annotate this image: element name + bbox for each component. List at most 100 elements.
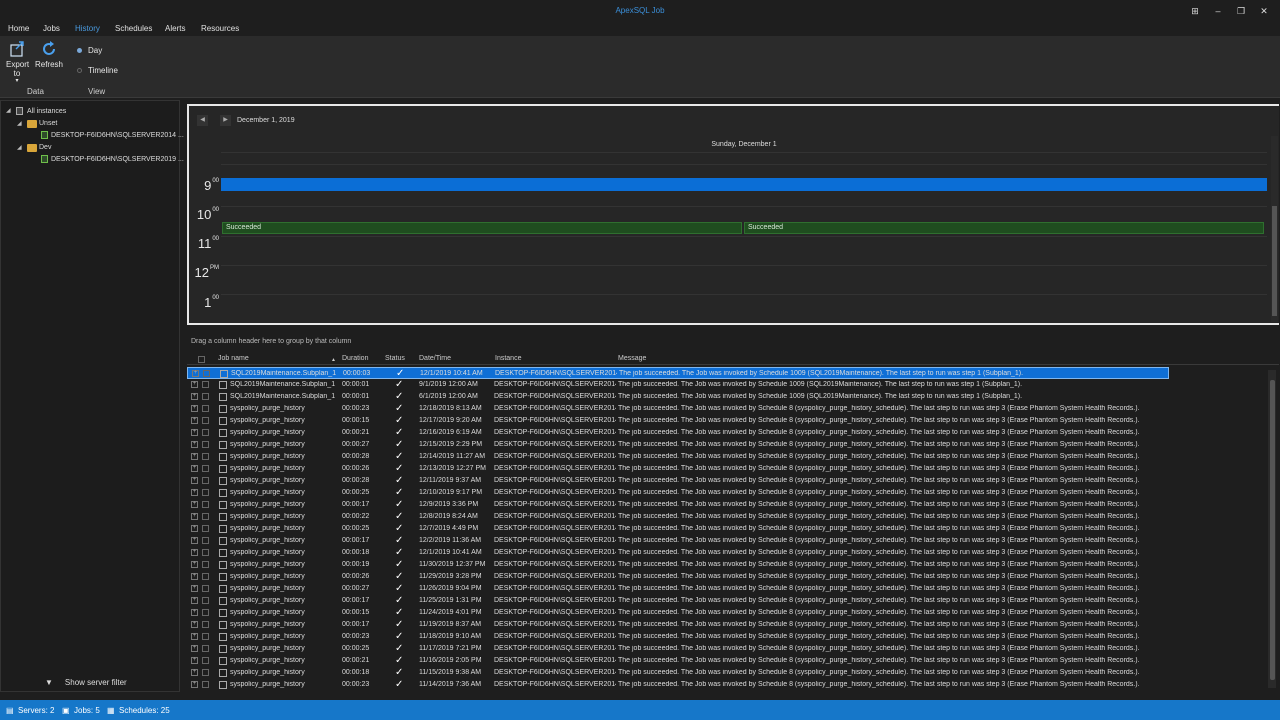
- tab-resources[interactable]: Resources: [201, 24, 239, 33]
- expand-row-icon[interactable]: +: [191, 633, 198, 640]
- row-checkbox[interactable]: [202, 465, 209, 472]
- table-row[interactable]: + syspolicy_purge_history 00:00:27 ✓ 11/26/2…: [187, 583, 1169, 595]
- minimize-icon[interactable]: –: [1211, 4, 1225, 18]
- table-row[interactable]: + SQL2019Maintenance.Subplan_1 00:00:01 ✓ 9/…: [187, 379, 1169, 391]
- col-datetime[interactable]: Date/Time: [419, 355, 451, 362]
- row-checkbox[interactable]: [202, 597, 209, 604]
- expand-row-icon[interactable]: +: [191, 645, 198, 652]
- row-checkbox[interactable]: [202, 585, 209, 592]
- row-checkbox[interactable]: [202, 381, 209, 388]
- table-row[interactable]: + syspolicy_purge_history 00:00:15 ✓ 11/24/2…: [187, 607, 1169, 619]
- tab-schedules[interactable]: Schedules: [115, 24, 152, 33]
- expand-row-icon[interactable]: +: [191, 585, 198, 592]
- table-row[interactable]: + syspolicy_purge_history 00:00:25 ✓ 11/17/2…: [187, 643, 1169, 655]
- collapse-root-icon[interactable]: ◢: [6, 107, 11, 114]
- row-checkbox[interactable]: [202, 513, 209, 520]
- pin-icon[interactable]: ⊞: [1188, 4, 1202, 18]
- close-icon[interactable]: ✕: [1257, 4, 1271, 18]
- table-row[interactable]: + syspolicy_purge_history 00:00:21 ✓ 12/16/2…: [187, 427, 1169, 439]
- calendar-event[interactable]: Succeeded: [222, 222, 742, 234]
- expand-row-icon[interactable]: +: [191, 405, 198, 412]
- collapse-unset-icon[interactable]: ◢: [17, 120, 22, 127]
- expand-row-icon[interactable]: +: [191, 381, 198, 388]
- row-checkbox[interactable]: [202, 453, 209, 460]
- export-button[interactable]: Export to ▾: [4, 40, 30, 84]
- day-view-label[interactable]: Day: [88, 46, 102, 55]
- col-status[interactable]: Status: [385, 355, 405, 362]
- next-day-button[interactable]: ▶: [220, 115, 231, 126]
- table-row[interactable]: + syspolicy_purge_history 00:00:23 ✓ 12/18/2…: [187, 403, 1169, 415]
- table-row[interactable]: + syspolicy_purge_history 00:00:26 ✓ 12/13/2…: [187, 463, 1169, 475]
- table-row[interactable]: + SQL2019Maintenance.Subplan_1 00:00:01 ✓ 6/…: [187, 391, 1169, 403]
- table-row[interactable]: + syspolicy_purge_history 00:00:22 ✓ 12/8/20…: [187, 511, 1169, 523]
- calendar-scroll-thumb[interactable]: [1272, 206, 1277, 316]
- expand-row-icon[interactable]: +: [191, 549, 198, 556]
- expand-row-icon[interactable]: +: [191, 429, 198, 436]
- expand-row-icon[interactable]: +: [191, 489, 198, 496]
- row-checkbox[interactable]: [202, 417, 209, 424]
- col-duration[interactable]: Duration: [342, 355, 368, 362]
- expand-row-icon[interactable]: +: [191, 681, 198, 688]
- row-checkbox[interactable]: [202, 489, 209, 496]
- expand-row-icon[interactable]: +: [191, 393, 198, 400]
- table-row[interactable]: + syspolicy_purge_history 00:00:19 ✓ 11/30/2…: [187, 559, 1169, 571]
- table-row[interactable]: + syspolicy_purge_history 00:00:28 ✓ 12/11/2…: [187, 475, 1169, 487]
- expand-row-icon[interactable]: +: [191, 657, 198, 664]
- table-row[interactable]: + syspolicy_purge_history 00:00:23 ✓ 11/14/2…: [187, 679, 1169, 691]
- row-checkbox[interactable]: [202, 537, 209, 544]
- table-row[interactable]: + SQL2019Maintenance.Subplan_1 00:00:03 ✓ 12…: [187, 367, 1169, 379]
- table-row[interactable]: + syspolicy_purge_history 00:00:17 ✓ 12/9/20…: [187, 499, 1169, 511]
- row-checkbox[interactable]: [202, 429, 209, 436]
- tree-group-dev[interactable]: Dev: [39, 144, 51, 151]
- table-row[interactable]: + syspolicy_purge_history 00:00:23 ✓ 11/18/2…: [187, 631, 1169, 643]
- tree-all-instances[interactable]: All instances: [27, 108, 66, 115]
- expand-row-icon[interactable]: +: [191, 477, 198, 484]
- calendar-event[interactable]: Succeeded: [744, 222, 1264, 234]
- select-all-checkbox[interactable]: [198, 356, 205, 363]
- row-checkbox[interactable]: [202, 405, 209, 412]
- col-instance[interactable]: Instance: [495, 355, 521, 362]
- row-checkbox[interactable]: [202, 657, 209, 664]
- day-radio[interactable]: [77, 48, 82, 53]
- table-row[interactable]: + syspolicy_purge_history 00:00:27 ✓ 12/15/2…: [187, 439, 1169, 451]
- expand-row-icon[interactable]: +: [191, 597, 198, 604]
- row-checkbox[interactable]: [202, 645, 209, 652]
- expand-row-icon[interactable]: +: [191, 561, 198, 568]
- expand-row-icon[interactable]: +: [191, 609, 198, 616]
- table-row[interactable]: + syspolicy_purge_history 00:00:17 ✓ 11/25/2…: [187, 595, 1169, 607]
- collapse-dev-icon[interactable]: ◢: [17, 144, 22, 151]
- row-checkbox[interactable]: [203, 370, 210, 377]
- row-checkbox[interactable]: [202, 621, 209, 628]
- tab-home[interactable]: Home: [8, 24, 29, 33]
- row-checkbox[interactable]: [202, 681, 209, 688]
- table-row[interactable]: + syspolicy_purge_history 00:00:18 ✓ 12/1/20…: [187, 547, 1169, 559]
- col-job-name[interactable]: Job name: [218, 355, 249, 362]
- prev-day-button[interactable]: ◀: [197, 115, 208, 126]
- expand-row-icon[interactable]: +: [191, 669, 198, 676]
- row-checkbox[interactable]: [202, 393, 209, 400]
- table-row[interactable]: + syspolicy_purge_history 00:00:25 ✓ 12/10/2…: [187, 487, 1169, 499]
- expand-row-icon[interactable]: +: [191, 621, 198, 628]
- tab-history[interactable]: History: [75, 24, 100, 33]
- restore-icon[interactable]: ❐: [1234, 4, 1248, 18]
- table-row[interactable]: + syspolicy_purge_history 00:00:25 ✓ 12/7/20…: [187, 523, 1169, 535]
- row-checkbox[interactable]: [202, 669, 209, 676]
- row-checkbox[interactable]: [202, 441, 209, 448]
- tab-alerts[interactable]: Alerts: [165, 24, 185, 33]
- expand-row-icon[interactable]: +: [191, 501, 198, 508]
- expand-row-icon[interactable]: +: [191, 525, 198, 532]
- col-message[interactable]: Message: [618, 355, 646, 362]
- table-row[interactable]: + syspolicy_purge_history 00:00:21 ✓ 11/16/2…: [187, 655, 1169, 667]
- row-checkbox[interactable]: [202, 477, 209, 484]
- table-row[interactable]: + syspolicy_purge_history 00:00:18 ✓ 11/15/2…: [187, 667, 1169, 679]
- row-checkbox[interactable]: [202, 633, 209, 640]
- refresh-button[interactable]: Refresh: [34, 40, 64, 69]
- expand-row-icon[interactable]: +: [191, 537, 198, 544]
- timeline-radio[interactable]: [77, 68, 82, 73]
- row-checkbox[interactable]: [202, 609, 209, 616]
- timeline-view-label[interactable]: Timeline: [88, 66, 118, 75]
- row-checkbox[interactable]: [202, 561, 209, 568]
- expand-row-icon[interactable]: +: [192, 370, 199, 377]
- expand-row-icon[interactable]: +: [191, 513, 198, 520]
- show-server-filter-button[interactable]: ▼ Show server filter: [45, 678, 127, 687]
